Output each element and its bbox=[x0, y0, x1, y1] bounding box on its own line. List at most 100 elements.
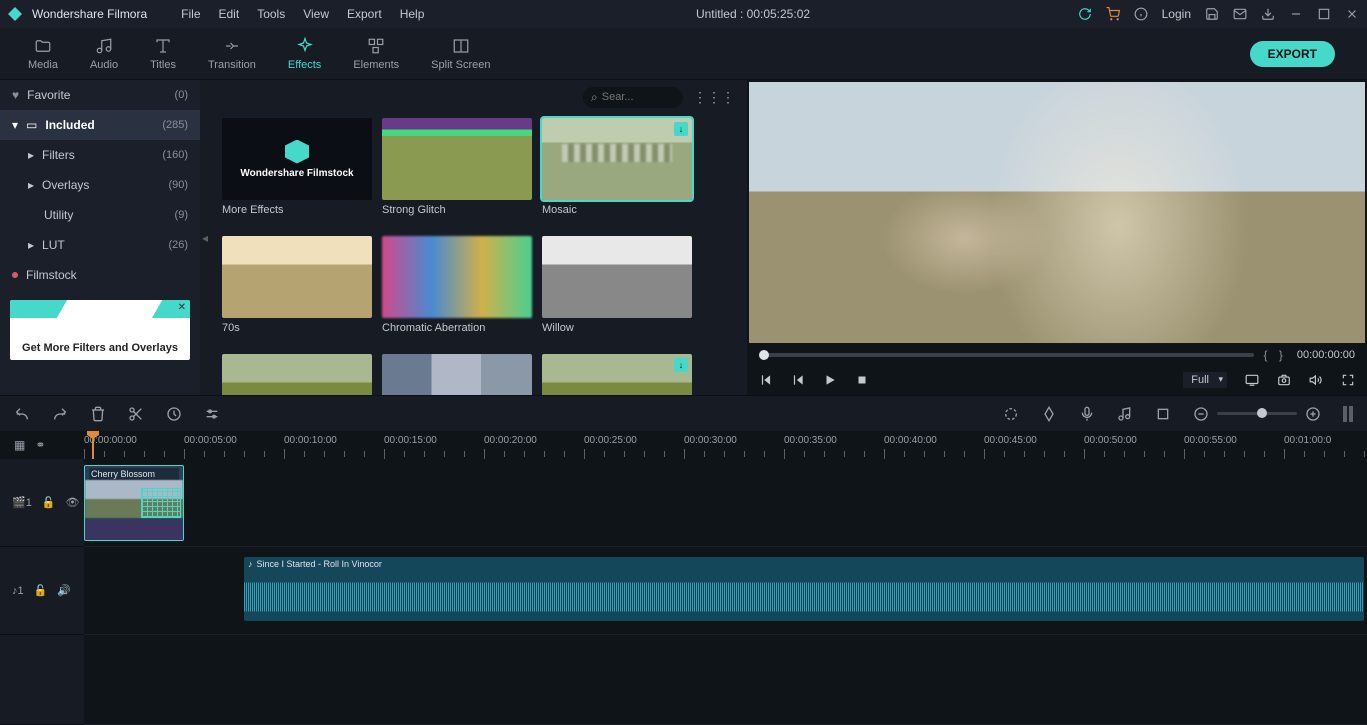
mute-icon[interactable]: 🔊 bbox=[57, 584, 71, 597]
minimize-icon[interactable] bbox=[1289, 7, 1303, 21]
zoom-out-button[interactable] bbox=[1193, 406, 1209, 422]
tab-transition[interactable]: Transition bbox=[192, 33, 272, 75]
effect-item-more-effects[interactable]: Wondershare Filmstock More Effects bbox=[222, 118, 372, 226]
export-button[interactable]: EXPORT bbox=[1250, 41, 1335, 67]
settings-icon[interactable] bbox=[204, 406, 220, 422]
effect-item-willow[interactable]: Willow bbox=[542, 236, 692, 344]
undo-button[interactable] bbox=[14, 406, 30, 422]
ruler-tick: 00:00:30:00 bbox=[684, 435, 737, 446]
sidebar-item-filmstock[interactable]: Filmstock bbox=[0, 260, 200, 290]
music-note-icon: ♪ bbox=[248, 559, 253, 569]
maximize-icon[interactable] bbox=[1317, 7, 1331, 21]
audio-mixer-icon[interactable] bbox=[1117, 406, 1133, 422]
link-icon[interactable]: ⚭ bbox=[35, 438, 45, 452]
snapshot-icon[interactable] bbox=[1277, 373, 1291, 387]
close-icon[interactable] bbox=[1345, 7, 1359, 21]
mark-in-out[interactable]: { } bbox=[1264, 348, 1287, 362]
tracks-manager-icon[interactable]: ▦ bbox=[14, 438, 25, 452]
login-button[interactable]: Login bbox=[1162, 7, 1191, 21]
search-input[interactable]: ⌕ bbox=[583, 87, 683, 108]
audio-lane[interactable]: ♪Since I Started - Roll In Vinocor bbox=[84, 547, 1367, 635]
audio-clip[interactable]: ♪Since I Started - Roll In Vinocor bbox=[244, 557, 1364, 621]
download-icon[interactable] bbox=[1261, 7, 1275, 21]
redo-button[interactable] bbox=[52, 406, 68, 422]
play-button[interactable] bbox=[823, 373, 837, 387]
zoom-fit-icon[interactable] bbox=[1343, 406, 1353, 422]
effect-item-partial[interactable]: ↓ bbox=[542, 354, 692, 395]
empty-lane[interactable] bbox=[84, 635, 1367, 725]
tab-elements[interactable]: Elements bbox=[337, 33, 415, 75]
tab-audio[interactable]: Audio bbox=[74, 33, 134, 75]
playhead[interactable] bbox=[92, 431, 94, 459]
effect-item-strong-glitch[interactable]: Strong Glitch bbox=[382, 118, 532, 226]
promo-text: Get More Filters and Overlays bbox=[10, 342, 190, 354]
volume-icon[interactable] bbox=[1309, 373, 1323, 387]
sync-icon[interactable] bbox=[1078, 7, 1092, 21]
sidebar-collapse-handle[interactable]: ◂ bbox=[200, 80, 210, 395]
zoom-in-button[interactable] bbox=[1305, 406, 1321, 422]
sidebar-item-included[interactable]: ▾▭Included (285) bbox=[0, 110, 200, 140]
effects-sidebar: ♥Favorite (0) ▾▭Included (285) ▸Filters … bbox=[0, 80, 200, 395]
tab-effects[interactable]: Effects bbox=[272, 33, 337, 75]
search-field[interactable] bbox=[602, 91, 662, 103]
lock-icon[interactable]: 🔓 bbox=[34, 584, 48, 597]
elements-icon bbox=[367, 37, 385, 55]
speed-button[interactable] bbox=[166, 406, 182, 422]
display-icon[interactable] bbox=[1245, 373, 1259, 387]
scrub-bar[interactable] bbox=[759, 353, 1254, 357]
tab-splitscreen[interactable]: Split Screen bbox=[415, 33, 506, 75]
effect-item-chromatic-aberration[interactable]: Chromatic Aberration bbox=[382, 236, 532, 344]
color-match-icon[interactable] bbox=[1003, 406, 1019, 422]
sidebar-item-utility[interactable]: Utility (9) bbox=[0, 200, 200, 230]
delete-button[interactable] bbox=[90, 406, 106, 422]
menu-view[interactable]: View bbox=[299, 5, 333, 23]
marker-icon[interactable] bbox=[1041, 406, 1057, 422]
sidebar-item-overlays[interactable]: ▸Overlays (90) bbox=[0, 170, 200, 200]
menu-file[interactable]: File bbox=[177, 5, 204, 23]
split-button[interactable] bbox=[128, 406, 144, 422]
zoom-knob[interactable] bbox=[1257, 408, 1267, 418]
scrub-knob[interactable] bbox=[759, 350, 769, 360]
ruler-tick: 00:00:25:00 bbox=[584, 435, 637, 446]
cart-icon[interactable] bbox=[1106, 7, 1120, 21]
menu-export[interactable]: Export bbox=[343, 5, 386, 23]
track-lanes[interactable]: Cherry Blossom ♪Since I Started - Roll I… bbox=[84, 459, 1367, 725]
video-track-head: 🎬1 🔓 👁 bbox=[0, 459, 84, 547]
promo-close-icon[interactable]: ✕ bbox=[178, 302, 186, 313]
effect-item-partial[interactable] bbox=[382, 354, 532, 395]
record-voiceover-icon[interactable] bbox=[1079, 406, 1095, 422]
tab-media[interactable]: Media bbox=[12, 33, 74, 75]
sidebar-item-filters[interactable]: ▸Filters (160) bbox=[0, 140, 200, 170]
crop-icon[interactable] bbox=[1155, 406, 1171, 422]
timeline-tracks: 🎬1 🔓 👁 ♪1 🔓 🔊 Cherry Blossom ♪Since I St… bbox=[0, 459, 1367, 725]
effect-item-partial[interactable] bbox=[222, 354, 372, 395]
grid-view-icon[interactable]: ⋮⋮⋮ bbox=[693, 89, 735, 106]
menu-help[interactable]: Help bbox=[396, 5, 429, 23]
sidebar-item-lut[interactable]: ▸LUT (26) bbox=[0, 230, 200, 260]
ruler-tick: 00:00:45:00 bbox=[984, 435, 1037, 446]
video-clip[interactable]: Cherry Blossom bbox=[84, 465, 184, 541]
menu-tools[interactable]: Tools bbox=[253, 5, 289, 23]
save-icon[interactable] bbox=[1205, 7, 1219, 21]
preview-video[interactable] bbox=[749, 82, 1365, 343]
zoom-track[interactable] bbox=[1217, 412, 1297, 415]
step-back-button[interactable] bbox=[791, 373, 805, 387]
promo-banner[interactable]: ✕ Get More Filters and Overlays bbox=[10, 300, 190, 360]
sidebar-item-favorite[interactable]: ♥Favorite (0) bbox=[0, 80, 200, 110]
lock-icon[interactable]: 🔓 bbox=[42, 496, 56, 509]
stop-button[interactable] bbox=[855, 373, 869, 387]
prev-frame-button[interactable] bbox=[759, 373, 773, 387]
fullscreen-icon[interactable] bbox=[1341, 373, 1355, 387]
effect-item-mosaic[interactable]: ↓ Mosaic bbox=[542, 118, 692, 226]
video-lane[interactable]: Cherry Blossom bbox=[84, 459, 1367, 547]
tab-titles[interactable]: Titles bbox=[134, 33, 192, 75]
main-tabs: Media Audio Titles Transition Effects El… bbox=[0, 28, 1367, 80]
effect-item-70s[interactable]: 70s bbox=[222, 236, 372, 344]
mail-icon[interactable] bbox=[1233, 7, 1247, 21]
timeline-ruler[interactable]: 00:00:00:0000:00:05:0000:00:10:0000:00:1… bbox=[84, 431, 1367, 459]
filmstock-cube-icon bbox=[285, 140, 309, 164]
preview-quality-select[interactable]: Full bbox=[1183, 372, 1227, 388]
menu-edit[interactable]: Edit bbox=[215, 5, 244, 23]
visibility-icon[interactable]: 👁 bbox=[66, 496, 80, 509]
info-icon[interactable] bbox=[1134, 7, 1148, 21]
